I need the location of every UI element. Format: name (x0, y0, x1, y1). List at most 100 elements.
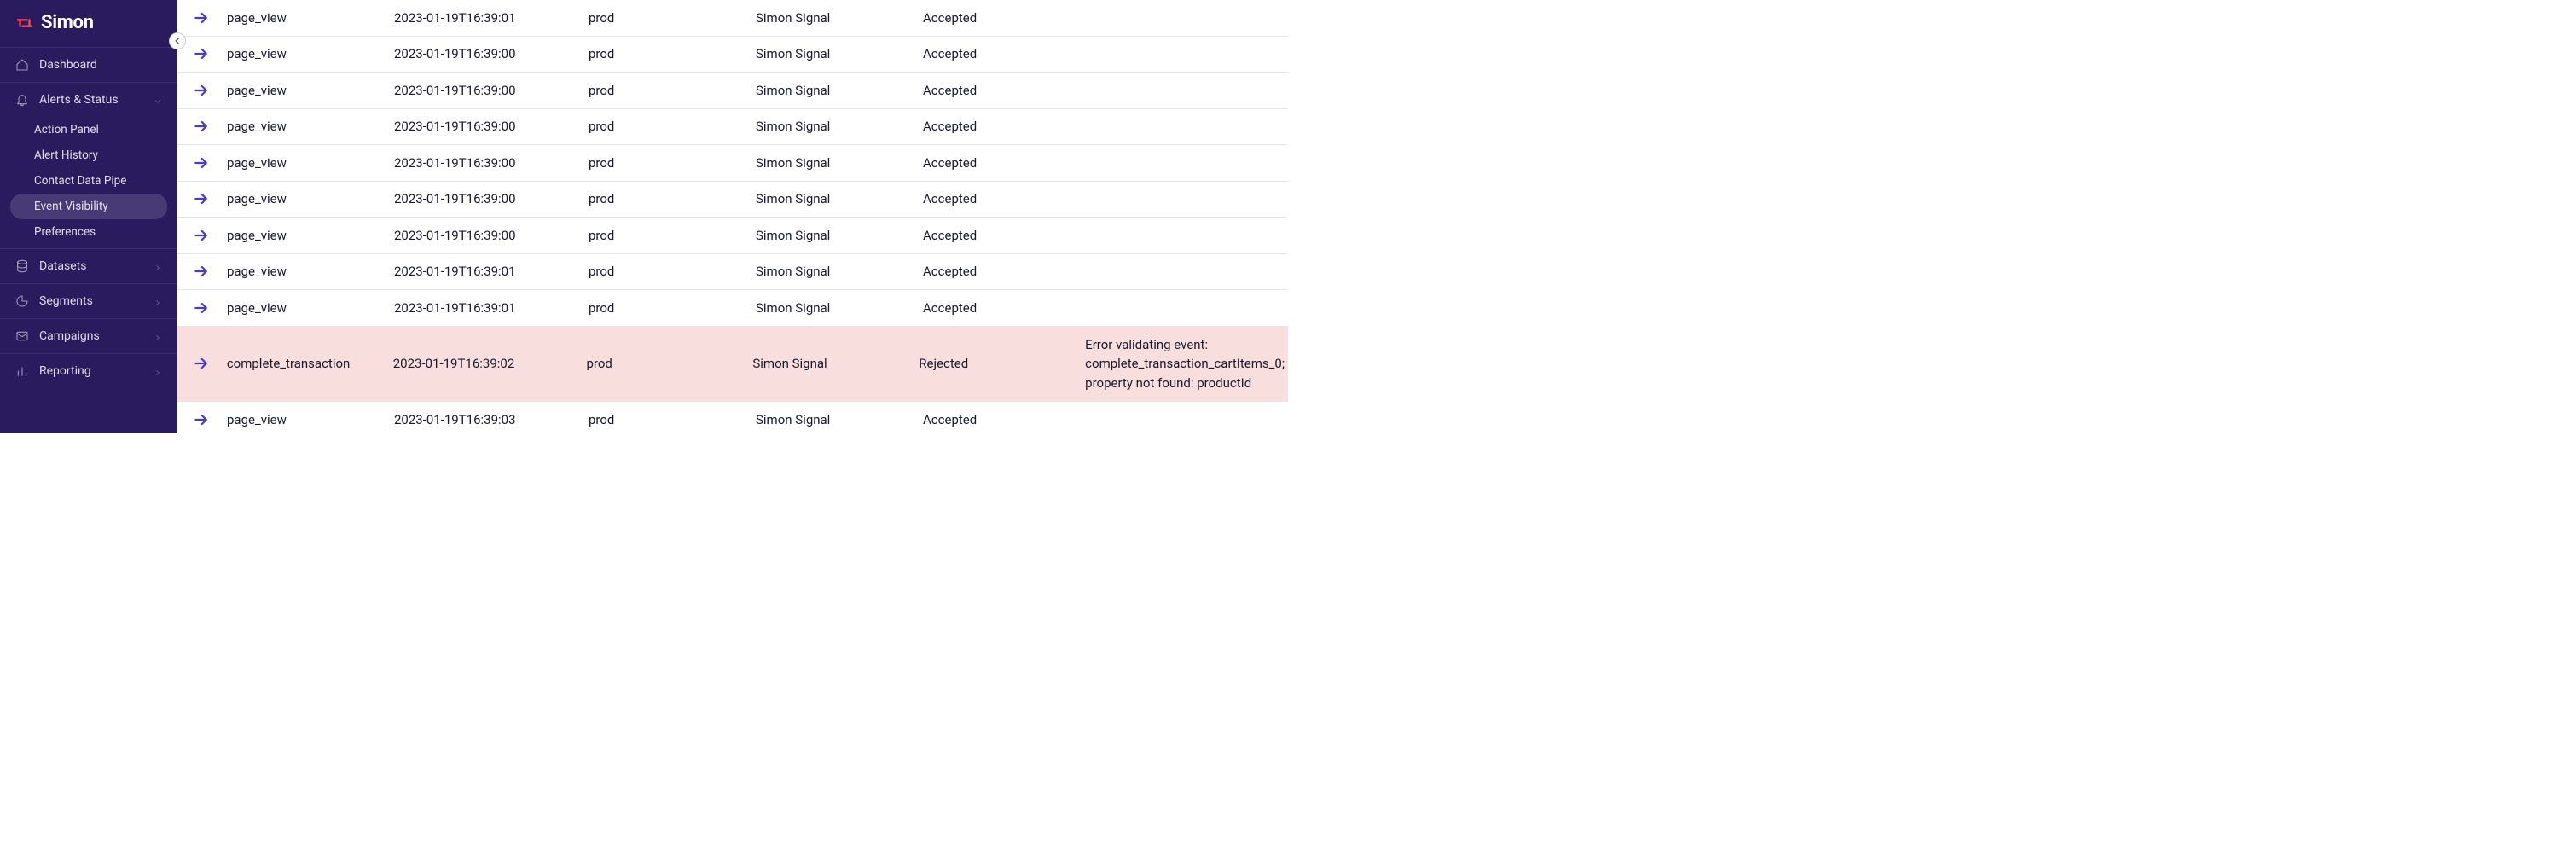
sidebar-item-label: Reporting (39, 364, 143, 378)
event-row[interactable]: page_view2023-01-19T16:39:00prodSimon Si… (177, 73, 1288, 109)
sidebar-subitem-alert-history[interactable]: Alert History (0, 142, 177, 168)
event-status: Accepted (916, 38, 1083, 70)
event-status: Accepted (916, 74, 1083, 107)
arrow-right-icon[interactable] (183, 182, 220, 216)
event-name: page_view (220, 292, 387, 324)
event-environment: prod (582, 183, 749, 215)
event-source: Simon Signal (749, 403, 916, 432)
event-error (1083, 45, 1288, 62)
event-error (1083, 82, 1288, 99)
event-environment: prod (582, 255, 749, 287)
brand-name: Simon (41, 12, 94, 33)
arrow-right-icon[interactable] (183, 1, 220, 35)
event-name: page_view (220, 147, 387, 179)
event-timestamp: 2023-01-19T16:39:01 (387, 2, 582, 34)
sidebar-subitem-event-visibility[interactable]: Event Visibility (10, 194, 167, 219)
sidebar-item-segments[interactable]: Segments (0, 284, 177, 318)
arrow-right-icon[interactable] (183, 109, 220, 143)
sidebar-item-label: Datasets (39, 259, 143, 273)
event-status: Accepted (916, 219, 1083, 252)
sidebar: Simon Dashboard Alerts & Status Action Pan… (0, 0, 177, 432)
event-row[interactable]: page_view2023-01-19T16:39:01prodSimon Si… (177, 254, 1288, 291)
event-source: Simon Signal (749, 147, 916, 179)
pie-icon (15, 294, 29, 308)
event-row[interactable]: page_view2023-01-19T16:39:01prodSimon Si… (177, 290, 1288, 327)
event-status: Accepted (916, 292, 1083, 324)
event-table: page_view2023-01-19T16:39:01prodSimon Si… (177, 0, 1288, 432)
event-name: page_view (220, 74, 387, 107)
event-status: Accepted (916, 403, 1083, 432)
sidebar-subitem-preferences[interactable]: Preferences (0, 219, 177, 245)
arrow-right-icon[interactable] (183, 146, 220, 180)
chevron-right-icon (154, 367, 162, 375)
event-name: page_view (220, 255, 387, 287)
event-row[interactable]: page_view2023-01-19T16:39:00prodSimon Si… (177, 218, 1288, 254)
event-error (1083, 190, 1288, 207)
chevron-down-icon (154, 96, 162, 104)
arrow-right-icon[interactable] (183, 73, 220, 107)
arrow-right-icon[interactable] (183, 403, 220, 432)
event-source: Simon Signal (749, 2, 916, 34)
event-environment: prod (582, 219, 749, 252)
home-icon (15, 58, 29, 72)
event-source: Simon Signal (749, 38, 916, 70)
event-error (1083, 263, 1288, 280)
bell-icon (15, 93, 29, 107)
event-environment: prod (582, 403, 749, 432)
arrow-right-icon[interactable] (183, 291, 220, 325)
event-row[interactable]: page_view2023-01-19T16:39:00prodSimon Si… (177, 182, 1288, 218)
event-timestamp: 2023-01-19T16:39:00 (387, 183, 582, 215)
event-timestamp: 2023-01-19T16:39:01 (387, 255, 582, 287)
event-timestamp: 2023-01-19T16:39:00 (387, 147, 582, 179)
sidebar-item-label: Alerts & Status (39, 93, 143, 107)
event-environment: prod (582, 74, 749, 107)
event-timestamp: 2023-01-19T16:39:00 (387, 219, 582, 252)
event-source: Simon Signal (749, 183, 916, 215)
sidebar-item-campaigns[interactable]: Campaigns (0, 319, 177, 353)
event-environment: prod (579, 347, 746, 380)
arrow-right-icon[interactable] (183, 37, 220, 71)
event-source: Simon Signal (749, 74, 916, 107)
envelope-icon (15, 329, 29, 343)
event-name: page_view (220, 110, 387, 142)
event-error (1083, 411, 1288, 428)
brand-logo[interactable]: Simon (0, 0, 177, 47)
event-row[interactable]: complete_transaction2023-01-19T16:39:02p… (177, 327, 1288, 403)
event-name: page_view (220, 219, 387, 252)
event-error (1083, 154, 1288, 171)
event-environment: prod (582, 38, 749, 70)
event-status: Accepted (916, 2, 1083, 34)
event-timestamp: 2023-01-19T16:39:02 (386, 347, 580, 380)
sidebar-item-datasets[interactable]: Datasets (0, 249, 177, 283)
sidebar-subitem-contact-data-pipe[interactable]: Contact Data Pipe (0, 168, 177, 194)
event-name: complete_transaction (220, 347, 386, 380)
event-row[interactable]: page_view2023-01-19T16:39:00prodSimon Si… (177, 109, 1288, 146)
event-status: Rejected (912, 347, 1078, 380)
sidebar-item-alerts-status[interactable]: Alerts & Status (0, 83, 177, 117)
arrow-right-icon[interactable] (183, 346, 220, 380)
event-environment: prod (582, 110, 749, 142)
sidebar-item-dashboard[interactable]: Dashboard (0, 48, 177, 82)
event-status: Accepted (916, 255, 1083, 287)
sidebar-subitem-action-panel[interactable]: Action Panel (0, 117, 177, 142)
chevron-left-icon (173, 37, 182, 45)
event-row[interactable]: page_view2023-01-19T16:39:01prodSimon Si… (177, 0, 1288, 37)
event-timestamp: 2023-01-19T16:39:00 (387, 110, 582, 142)
event-name: page_view (220, 2, 387, 34)
event-row[interactable]: page_view2023-01-19T16:39:00prodSimon Si… (177, 145, 1288, 182)
chevron-right-icon (154, 332, 162, 340)
event-error (1083, 227, 1288, 244)
sidebar-collapse-button[interactable] (169, 32, 186, 49)
event-row[interactable]: page_view2023-01-19T16:39:03prodSimon Si… (177, 402, 1288, 432)
arrow-right-icon[interactable] (183, 254, 220, 288)
event-timestamp: 2023-01-19T16:39:03 (387, 403, 582, 432)
chevron-right-icon (154, 297, 162, 305)
event-name: page_view (220, 403, 387, 432)
arrow-right-icon[interactable] (183, 218, 220, 253)
event-error (1083, 299, 1288, 316)
event-row[interactable]: page_view2023-01-19T16:39:00prodSimon Si… (177, 37, 1288, 73)
sidebar-item-reporting[interactable]: Reporting (0, 354, 177, 388)
event-environment: prod (582, 2, 749, 34)
event-source: Simon Signal (749, 255, 916, 287)
event-environment: prod (582, 292, 749, 324)
